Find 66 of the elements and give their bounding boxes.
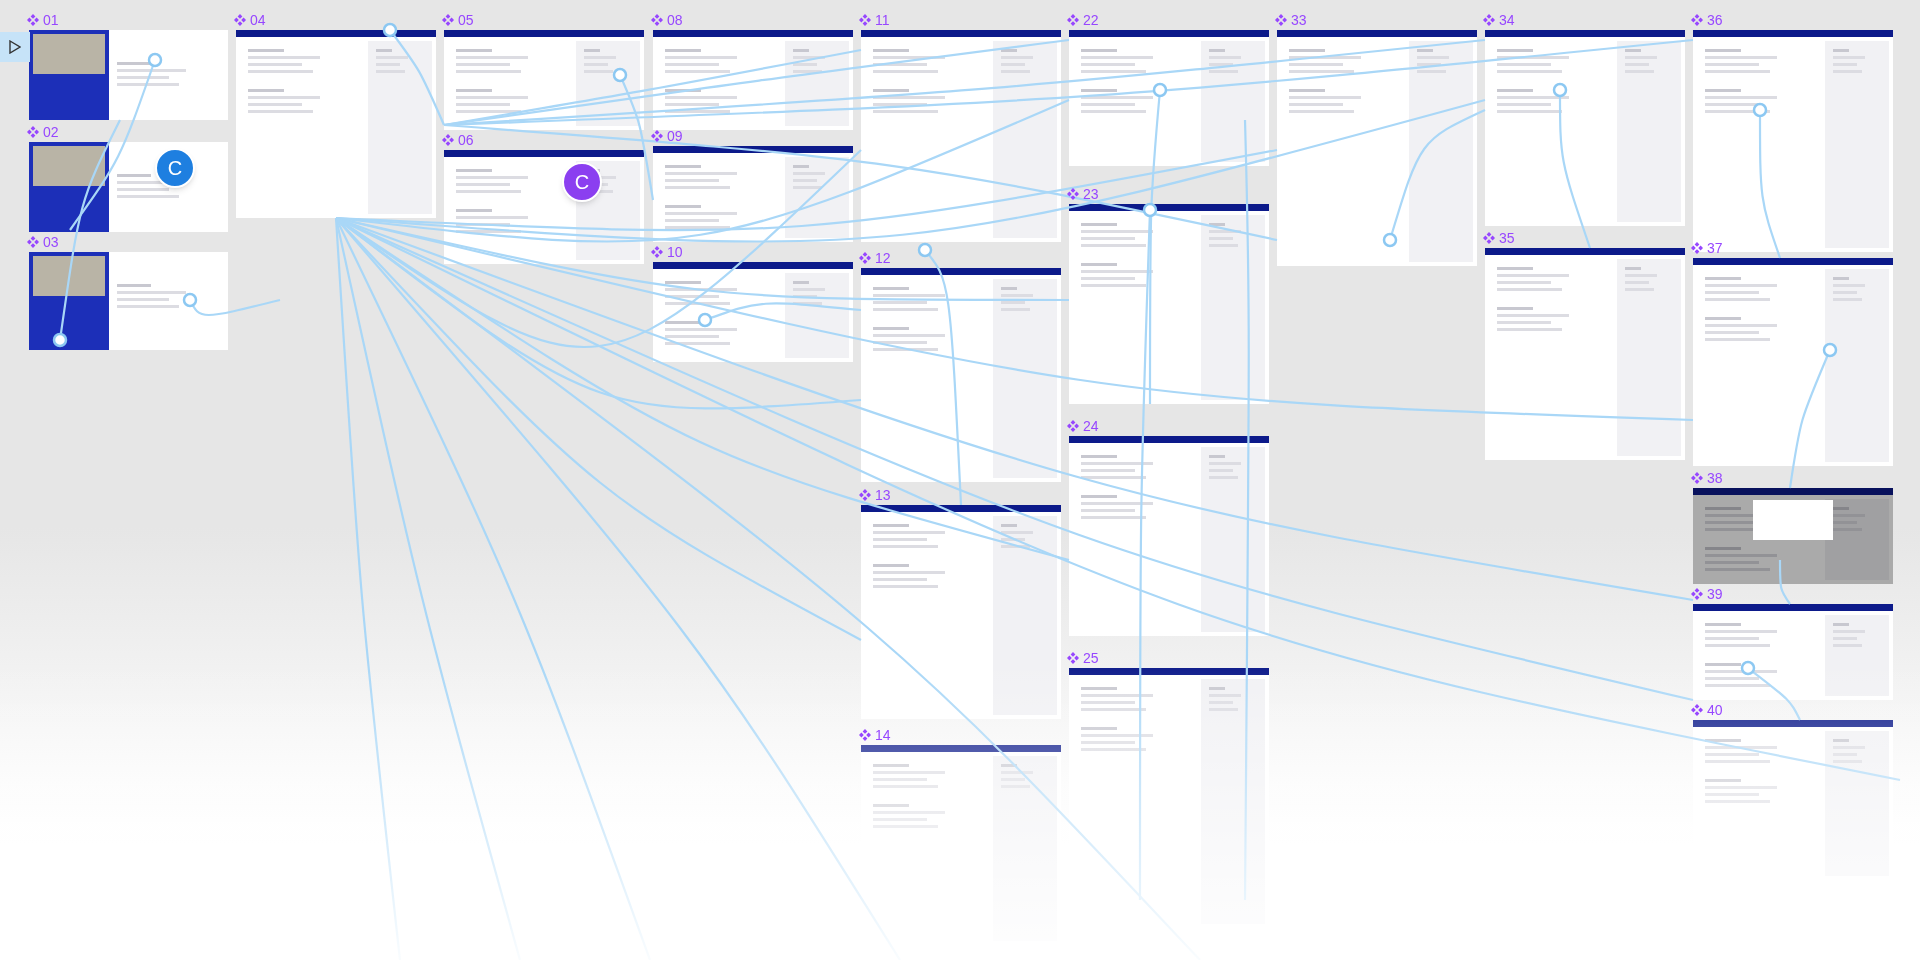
- connector-handle[interactable]: [1152, 82, 1168, 98]
- component-icon: [859, 729, 871, 741]
- component-icon: [859, 14, 871, 26]
- connector-handle[interactable]: [1752, 102, 1768, 118]
- component-icon: [1067, 188, 1079, 200]
- component-icon: [1275, 14, 1287, 26]
- connector-handle[interactable]: [1382, 232, 1398, 248]
- component-icon: [1067, 14, 1079, 26]
- frame-label: 13: [875, 488, 891, 502]
- frame-label: 33: [1291, 13, 1307, 27]
- frame-label: 22: [1083, 13, 1099, 27]
- frame-label: 06: [458, 133, 474, 147]
- frame-label: 14: [875, 728, 891, 742]
- frame-label: 39: [1707, 587, 1723, 601]
- connector-handle[interactable]: [917, 242, 933, 258]
- connector-handle[interactable]: [52, 332, 68, 348]
- component-icon: [234, 14, 246, 26]
- component-icon: [442, 14, 454, 26]
- frame-label: 04: [250, 13, 266, 27]
- component-icon: [27, 126, 39, 138]
- frame-label: 40: [1707, 703, 1723, 717]
- component-icon: [1483, 14, 1495, 26]
- frame-label: 24: [1083, 419, 1099, 433]
- frame-label: 38: [1707, 471, 1723, 485]
- frame-label: 37: [1707, 241, 1723, 255]
- frame-label: 03: [43, 235, 59, 249]
- connector-handle[interactable]: [1740, 660, 1756, 676]
- frame-label: 35: [1499, 231, 1515, 245]
- frame-label: 09: [667, 129, 683, 143]
- frame-label: 02: [43, 125, 59, 139]
- frame-label: 12: [875, 251, 891, 265]
- frame-label: 08: [667, 13, 683, 27]
- frame-label: 34: [1499, 13, 1515, 27]
- component-icon: [27, 14, 39, 26]
- component-icon: [1483, 232, 1495, 244]
- component-icon: [859, 252, 871, 264]
- connector-handle[interactable]: [382, 22, 398, 38]
- frame-label: 25: [1083, 651, 1099, 665]
- component-icon: [1691, 472, 1703, 484]
- component-icon: [1691, 588, 1703, 600]
- connector-handle[interactable]: [1142, 202, 1158, 218]
- frame-label: 10: [667, 245, 683, 259]
- frame-label: 05: [458, 13, 474, 27]
- component-icon: [1691, 704, 1703, 716]
- frame-label: 11: [875, 13, 890, 27]
- component-icon: [651, 130, 663, 142]
- connector-handle[interactable]: [697, 312, 713, 328]
- connector-handle[interactable]: [182, 292, 198, 308]
- frame-label: 23: [1083, 187, 1099, 201]
- component-icon: [27, 236, 39, 248]
- component-icon: [442, 134, 454, 146]
- component-icon: [1691, 242, 1703, 254]
- frame-label: 36: [1707, 13, 1723, 27]
- frame-label: 01: [43, 13, 59, 27]
- connector-handle[interactable]: [147, 52, 163, 68]
- play-button[interactable]: [0, 32, 30, 62]
- connector-handle[interactable]: [1822, 342, 1838, 358]
- component-icon: [651, 14, 663, 26]
- component-icon: [651, 246, 663, 258]
- component-icon: [1067, 652, 1079, 664]
- connector-handle[interactable]: [1552, 82, 1568, 98]
- component-icon: [1067, 420, 1079, 432]
- connector-handle[interactable]: [612, 67, 628, 83]
- play-icon: [9, 40, 21, 54]
- component-icon: [859, 489, 871, 501]
- component-icon: [1691, 14, 1703, 26]
